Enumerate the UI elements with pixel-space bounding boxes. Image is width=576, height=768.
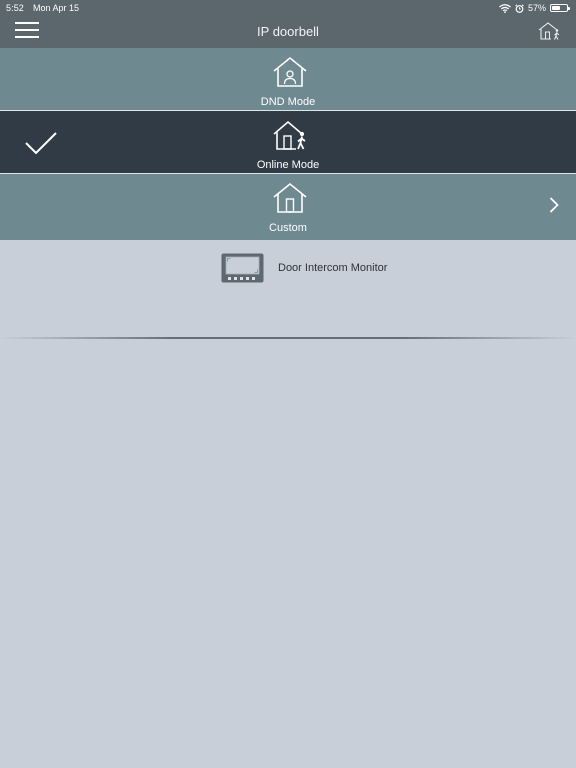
wifi-icon: [499, 3, 511, 13]
mode-label-online: Online Mode: [256, 159, 320, 171]
mode-custom[interactable]: Custom: [0, 174, 576, 240]
status-indicators: 57%: [499, 2, 570, 14]
mode-online[interactable]: Online Mode: [0, 111, 576, 173]
mode-label-dnd: DND Mode: [260, 96, 316, 108]
battery-icon: [550, 4, 570, 12]
house-door-icon: [273, 182, 307, 213]
house-person-icon: [273, 56, 307, 87]
mode-label-custom: Custom: [269, 222, 307, 234]
status-date: Mon Apr 15: [33, 3, 80, 13]
status-time: 5:52: [6, 3, 24, 13]
device-label: Door Intercom Monitor: [278, 262, 388, 274]
alarm-icon: [515, 3, 524, 13]
intercom-monitor-icon: [221, 253, 264, 283]
checkmark-icon: [25, 132, 57, 155]
list-divider: [0, 337, 576, 339]
battery-level: [552, 6, 560, 10]
battery-percentage: 57%: [527, 3, 546, 13]
device-item[interactable]: Door Intercom Monitor: [221, 252, 387, 284]
chevron-right-icon: [549, 197, 559, 213]
home-online-status-icon[interactable]: [538, 21, 562, 41]
house-walking-person-icon: [273, 120, 306, 150]
page-title: IP doorbell: [257, 24, 319, 39]
mode-dnd[interactable]: DND Mode: [0, 48, 576, 110]
top-bar: 5:52 Mon Apr 15 57% IP doorbell: [0, 0, 576, 48]
